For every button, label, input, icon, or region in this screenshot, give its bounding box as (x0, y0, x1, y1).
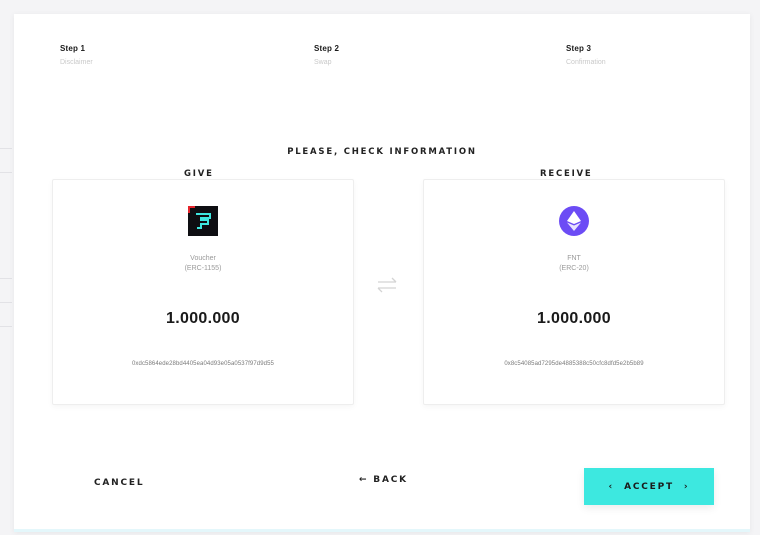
stepper: Step 1 Disclaimer Step 2 Swap Step 3 Con… (14, 44, 750, 84)
receive-amount: 1.000.000 (537, 310, 611, 327)
give-card: Voucher (ERC-1155) 1.000.000 0xdc5864ede… (52, 179, 354, 405)
step-1-subtitle: Disclaimer (60, 59, 93, 66)
receive-token-name-text: FNT (567, 255, 581, 262)
receive-address: 0x8c54085ad7295de4885388c50cfc8dfd5e2b5b… (504, 361, 644, 367)
give-token-standard: (ERC-1155) (184, 265, 222, 272)
step-2-subtitle: Swap (314, 59, 332, 66)
give-label: GIVE (184, 169, 214, 179)
receive-label: RECEIVE (540, 169, 593, 179)
ethereum-token-icon (559, 206, 589, 236)
page-heading: PLEASE, CHECK INFORMATION (287, 147, 477, 157)
receive-card: FNT (ERC-20) 1.000.000 0x8c54085ad7295de… (423, 179, 725, 405)
backdrop-lines (0, 0, 14, 535)
give-amount: 1.000.000 (166, 310, 240, 327)
step-3-title: Step 3 (566, 44, 592, 53)
back-arrow-icon: ← (359, 475, 369, 485)
step-2: Step 2 Swap (314, 44, 339, 66)
step-2-title: Step 2 (314, 44, 340, 53)
step-3-subtitle: Confirmation (566, 59, 606, 66)
accept-button[interactable]: ‹ ACCEPT › (584, 468, 714, 505)
swap-confirmation-modal: Step 1 Disclaimer Step 2 Swap Step 3 Con… (14, 14, 750, 532)
step-3: Step 3 Confirmation (566, 44, 606, 66)
step-1: Step 1 Disclaimer (60, 44, 93, 66)
receive-token-name: FNT (ERC-20) (424, 254, 724, 274)
give-token-name: Voucher (ERC-1155) (53, 254, 353, 274)
back-label: BACK (373, 475, 408, 485)
give-address: 0xdc5864ede28bd4405ea04d93e05a0537f97d9d… (131, 361, 274, 367)
accept-label: ACCEPT (624, 481, 674, 492)
receive-token-standard: (ERC-20) (559, 265, 589, 272)
accept-right-icon: › (683, 481, 690, 492)
back-button[interactable]: ← BACK (359, 475, 408, 485)
bottom-rule (14, 529, 750, 532)
give-token-name-text: Voucher (190, 255, 216, 262)
accept-left-icon: ‹ (608, 481, 615, 492)
swap-arrows-icon (377, 277, 397, 293)
cancel-button[interactable]: CANCEL (94, 478, 144, 488)
voucher-token-icon (188, 206, 218, 236)
step-1-title: Step 1 (60, 44, 86, 53)
